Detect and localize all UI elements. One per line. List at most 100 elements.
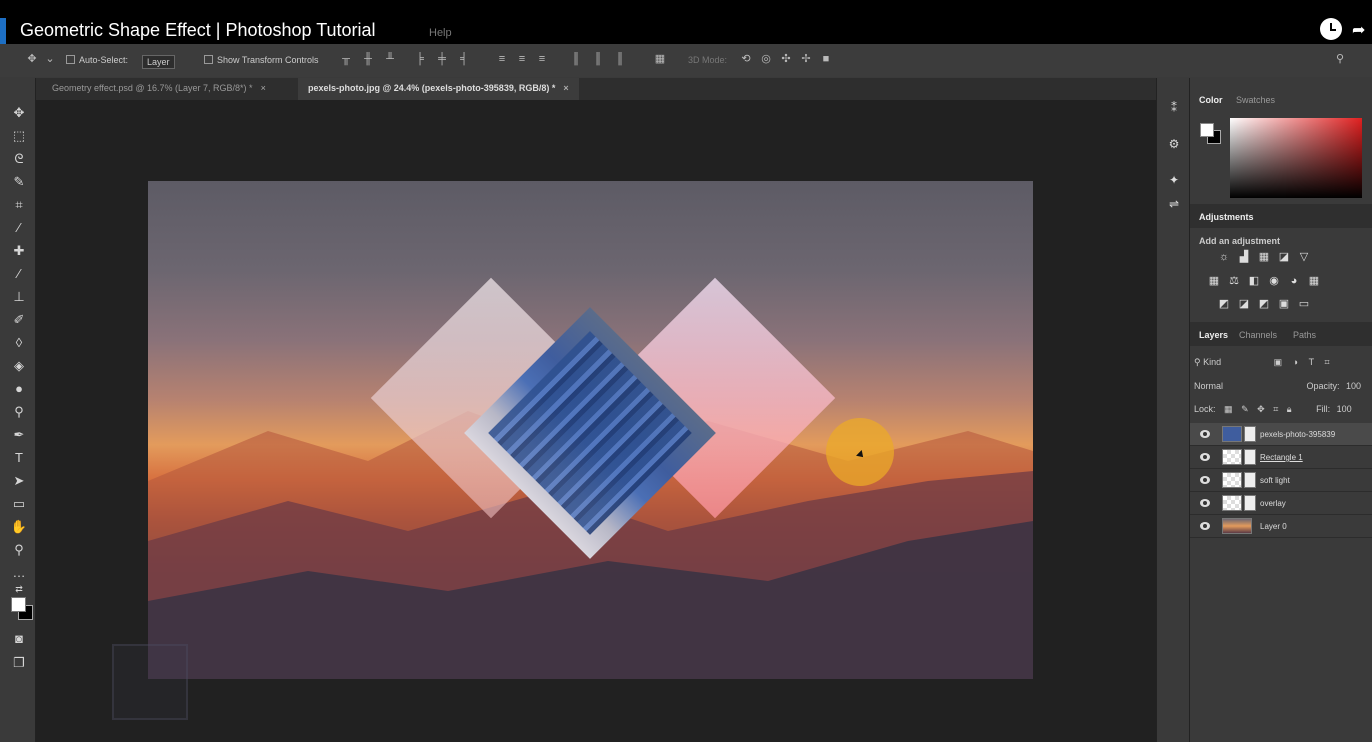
blur-tool-icon[interactable]: ● (10, 380, 28, 398)
close-icon[interactable]: × (261, 83, 266, 93)
paint-bucket-tool-icon[interactable]: ◈ (10, 357, 28, 375)
distribute-left-icon[interactable]: ║ (570, 53, 582, 65)
brush-panel-icon[interactable]: ✦ (1166, 172, 1182, 188)
properties-panel-icon[interactable]: ⚙ (1166, 136, 1182, 152)
distribute-center-icon[interactable]: ║ (592, 53, 604, 65)
filter-pixel-icon[interactable]: ▣ (1274, 357, 1283, 367)
dodge-tool-icon[interactable]: ⚲ (10, 403, 28, 421)
lock-transparent-icon[interactable]: ▦ (1224, 404, 1233, 414)
quick-select-tool-icon[interactable]: ✎ (10, 173, 28, 191)
vibrance-icon[interactable]: ▽ (1298, 251, 1310, 263)
fill-value[interactable]: 100 (1337, 404, 1352, 414)
history-brush-tool-icon[interactable]: ✐ (10, 311, 28, 329)
document-tab-pexels-photo[interactable]: pexels-photo.jpg @ 24.4% (pexels-photo-3… (298, 78, 579, 100)
type-tool-icon[interactable]: T (10, 449, 28, 467)
healing-brush-tool-icon[interactable]: ✚ (10, 242, 28, 260)
3d-scale-icon[interactable]: ■ (820, 53, 832, 65)
color-picker-field[interactable] (1230, 118, 1362, 198)
adjustments-panel-icon[interactable]: ⇌ (1166, 196, 1182, 212)
eye-icon[interactable] (1200, 453, 1210, 461)
distribute-top-icon[interactable]: ≡ (496, 53, 508, 65)
filter-shape-icon[interactable]: ⌗ (1324, 357, 1329, 367)
tab-channels[interactable]: Channels (1239, 330, 1277, 340)
quick-mask-icon[interactable]: ◙ (10, 630, 28, 648)
brightness-icon[interactable]: ☼ (1218, 251, 1230, 263)
close-icon[interactable]: × (563, 83, 568, 93)
show-transform-toggle[interactable]: Show Transform Controls (204, 55, 319, 65)
lock-artboard-icon[interactable]: ⌗ (1273, 404, 1278, 414)
eyedropper-tool-icon[interactable]: ⁄ (10, 219, 28, 237)
color-panel-foreground[interactable] (1200, 123, 1214, 137)
history-panel-icon[interactable]: ⁑ (1166, 100, 1182, 116)
black-white-icon[interactable]: ◧ (1248, 275, 1260, 287)
tab-swatches[interactable]: Swatches (1236, 95, 1275, 105)
filter-adjustment-icon[interactable]: ◑ (1293, 357, 1298, 367)
menu-help[interactable]: Help (429, 27, 452, 39)
layer-filter-kind[interactable]: Kind (1203, 357, 1221, 367)
opacity-value[interactable]: 100 (1346, 381, 1361, 391)
align-bottom-icon[interactable]: ╨ (384, 53, 396, 65)
3d-pan-icon[interactable]: ✣ (780, 53, 792, 65)
levels-icon[interactable]: ▟ (1238, 251, 1250, 263)
path-selection-tool-icon[interactable]: ➤ (10, 472, 28, 490)
tab-paths[interactable]: Paths (1293, 330, 1316, 340)
layer-row-rectangle-1[interactable]: Rectangle 1 (1190, 446, 1372, 469)
exposure-icon[interactable]: ◪ (1278, 251, 1290, 263)
align-middle-icon[interactable]: ╫ (362, 53, 374, 65)
crop-tool-icon[interactable]: ⌗ (10, 196, 28, 214)
auto-select-dropdown[interactable]: Layer (142, 55, 175, 69)
adjustments-title[interactable]: Adjustments (1199, 212, 1254, 222)
distribute-right-icon[interactable]: ║ (614, 53, 626, 65)
layer-row-overlay[interactable]: overlay (1190, 492, 1372, 515)
eye-icon[interactable] (1200, 499, 1210, 507)
eraser-tool-icon[interactable]: ◊ (10, 334, 28, 352)
selective-color-icon[interactable]: ▣ (1278, 298, 1290, 310)
curves-icon[interactable]: ▦ (1258, 251, 1270, 263)
document-canvas-image[interactable] (148, 181, 1033, 679)
zoom-tool-icon[interactable]: ⚲ (10, 541, 28, 559)
lock-all-icon[interactable]: 🔒︎ (1287, 404, 1292, 414)
auto-select-toggle[interactable]: Auto-Select: (66, 55, 128, 65)
rectangle-tool-icon[interactable]: ▭ (10, 495, 28, 513)
layer-row-pexels-photo[interactable]: pexels-photo-395839 (1190, 423, 1372, 446)
screen-mode-icon[interactable]: ❐ (10, 654, 28, 672)
3d-roll-icon[interactable]: ◎ (760, 53, 772, 65)
eye-icon[interactable] (1200, 430, 1210, 438)
tab-color[interactable]: Color (1199, 95, 1223, 105)
hand-tool-icon[interactable]: ✋ (10, 518, 28, 536)
move-tool-icon[interactable]: ✥ (10, 104, 28, 122)
eye-icon[interactable] (1200, 522, 1210, 530)
clock-icon[interactable] (1320, 18, 1342, 40)
foreground-color-swatch[interactable] (11, 597, 26, 612)
auto-select-checkbox[interactable] (66, 55, 75, 64)
document-tab-geometry-effect[interactable]: Geometry effect.psd @ 16.7% (Layer 7, RG… (42, 78, 276, 100)
tab-layers[interactable]: Layers (1199, 330, 1228, 340)
chevron-down-icon[interactable]: ⌄ (44, 53, 56, 65)
3d-slide-icon[interactable]: ✢ (800, 53, 812, 65)
eye-icon[interactable] (1200, 476, 1210, 484)
threshold-icon[interactable]: ◩ (1258, 298, 1270, 310)
auto-align-icon[interactable]: ▦ (654, 53, 666, 65)
lasso-tool-icon[interactable]: ᘓ (10, 150, 28, 168)
distribute-middle-icon[interactable]: ≡ (516, 53, 528, 65)
filter-type-icon[interactable]: T (1309, 357, 1314, 367)
brush-tool-icon[interactable]: ⁄ (10, 265, 28, 283)
move-tool-icon[interactable]: ✥ (26, 53, 38, 65)
swap-colors-icon[interactable]: ⇄ (10, 580, 28, 598)
lock-position-icon[interactable]: ✥ (1257, 404, 1265, 414)
hue-saturation-icon[interactable]: ▦ (1208, 275, 1220, 287)
invert-icon[interactable]: ◩ (1218, 298, 1230, 310)
photo-filter-icon[interactable]: ◉ (1268, 275, 1280, 287)
layer-row-soft-light[interactable]: soft light (1190, 469, 1372, 492)
pen-tool-icon[interactable]: ✒ (10, 426, 28, 444)
search-icon[interactable]: ⚲ (1334, 53, 1346, 65)
layer-row-layer-0[interactable]: Layer 0 (1190, 515, 1372, 538)
align-center-icon[interactable]: ╪ (436, 53, 448, 65)
3d-orbit-icon[interactable]: ⟲ (740, 53, 752, 65)
posterize-icon[interactable]: ◪ (1238, 298, 1250, 310)
share-icon[interactable]: ➦ (1352, 20, 1372, 40)
align-left-icon[interactable]: ╞ (414, 53, 426, 65)
blend-mode-select[interactable]: Normal (1194, 381, 1294, 391)
align-top-icon[interactable]: ╥ (340, 53, 352, 65)
color-lookup-icon[interactable]: ▦ (1308, 275, 1320, 287)
